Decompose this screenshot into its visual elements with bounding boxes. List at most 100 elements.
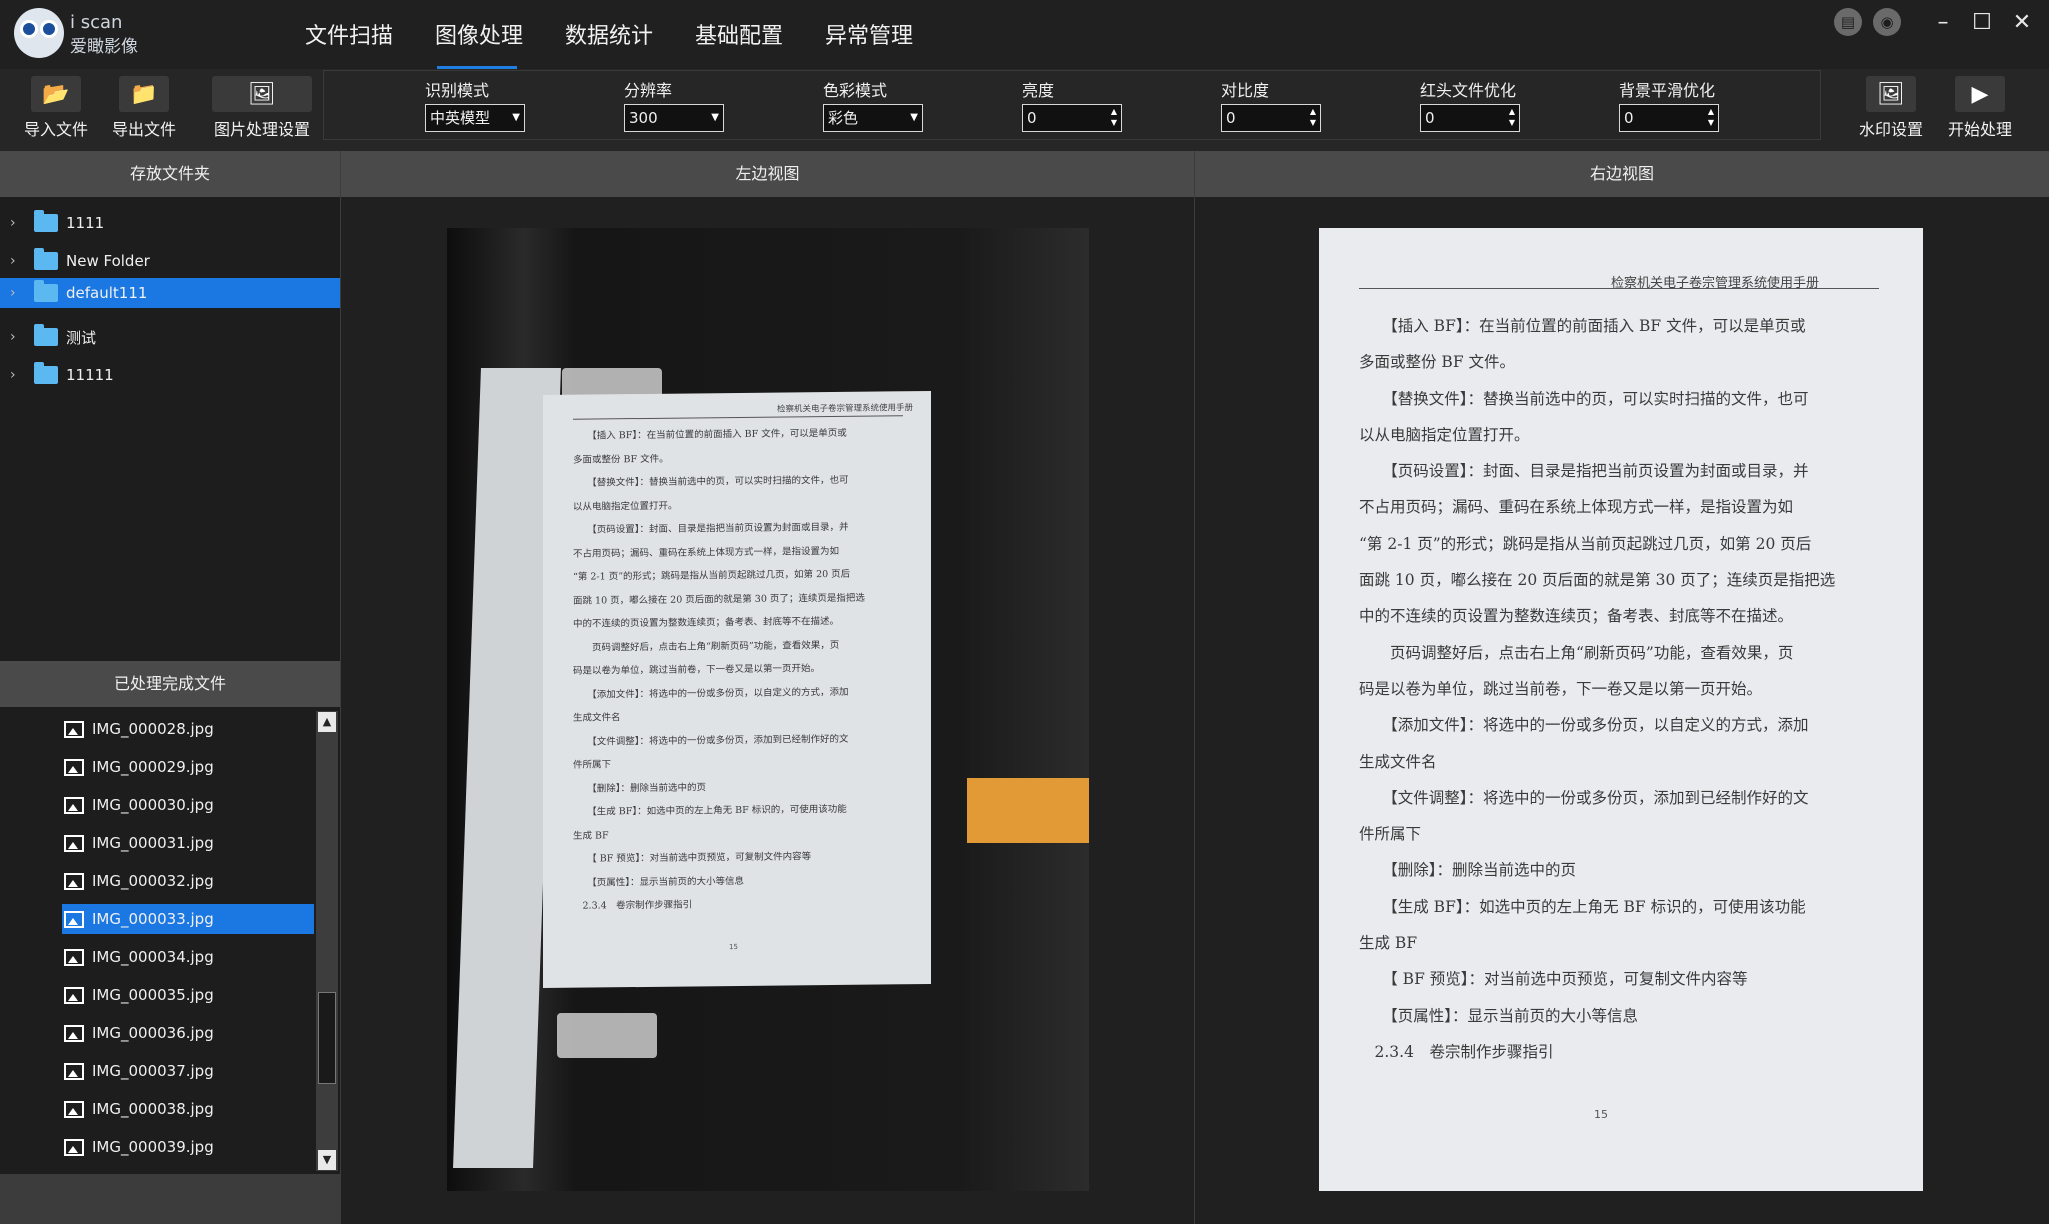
folder-item[interactable]: › 11111 [0, 359, 340, 391]
file-label: IMG_000039.jpg [92, 1138, 214, 1156]
folder-item[interactable]: › 测试 [0, 321, 340, 353]
page-number: 15 [729, 942, 738, 952]
logo-name: 爱瞰影像 [70, 37, 138, 57]
brightness-stepper[interactable]: 0 ▲ ▼ [1022, 104, 1122, 132]
right-view-image[interactable]: 检察机关电子卷宗管理系统使用手册 【插入 BF】：在当前位置的前面插入 BF 文… [1319, 228, 1923, 1191]
import-button[interactable]: 📂 导入文件 [22, 76, 90, 140]
export-button[interactable]: 📁 导出文件 [110, 76, 178, 140]
folder-icon [34, 248, 58, 270]
file-item[interactable]: IMG_000038.jpg [62, 1094, 314, 1124]
image-settings-button[interactable]: 🖼 图片处理设置 [212, 76, 312, 140]
chevron-down-icon: ▼ [711, 112, 719, 123]
spin-arrows-icon[interactable]: ▲ ▼ [1111, 106, 1117, 128]
file-item[interactable]: IMG_000028.jpg [62, 714, 314, 744]
file-item-selected[interactable]: IMG_000033.jpg [62, 904, 314, 934]
folders-panel-title: 存放文件夹 [0, 151, 340, 197]
spin-arrows-icon[interactable]: ▲ ▼ [1310, 106, 1316, 128]
right-view-title: 右边视图 [1195, 151, 2049, 197]
nav-file-scan[interactable]: 文件扫描 [305, 18, 393, 50]
import-label: 导入文件 [23, 120, 88, 139]
left-footer-bar [0, 1174, 340, 1224]
left-view-image[interactable]: 检察机关电子卷宗管理系统使用手册 【插入 BF】：在当前位置的前面插入 BF 文… [447, 228, 1089, 1191]
redhead-stepper[interactable]: 0 ▲ ▼ [1420, 104, 1520, 132]
image-file-icon [64, 948, 84, 966]
folder-label: 测试 [66, 328, 97, 347]
logo-icon [14, 8, 64, 58]
chevron-right-icon[interactable]: › [10, 285, 24, 301]
image-file-icon [64, 796, 84, 814]
image-file-icon [64, 834, 84, 852]
nav-base-config[interactable]: 基础配置 [695, 18, 783, 50]
chevron-right-icon[interactable]: › [10, 329, 24, 345]
folder-label: 11111 [66, 366, 114, 384]
file-list-scrollbar[interactable] [316, 711, 338, 1171]
camera-icon[interactable]: ◉ [1873, 8, 1901, 36]
close-icon[interactable]: ✕ [2008, 8, 2036, 36]
folder-item[interactable]: › 1111 [0, 207, 340, 239]
folder-export-icon: 📁 [119, 76, 169, 112]
file-item[interactable]: IMG_000039.jpg [62, 1132, 314, 1162]
image-file-icon [64, 720, 84, 738]
chevron-right-icon[interactable]: › [10, 253, 24, 269]
folder-label: default111 [66, 284, 148, 302]
nav-exception[interactable]: 异常管理 [825, 18, 913, 50]
brightness-label: 亮度 [1022, 81, 1055, 100]
spin-arrows-icon[interactable]: ▲ ▼ [1708, 106, 1714, 128]
resolution-label: 分辨率 [624, 81, 673, 100]
image-settings-label: 图片处理设置 [213, 120, 310, 139]
color-mode-label: 色彩模式 [823, 81, 888, 100]
spin-arrows-icon[interactable]: ▲ ▼ [1509, 106, 1515, 128]
file-item[interactable]: IMG_000029.jpg [62, 752, 314, 782]
folder-icon [34, 210, 58, 232]
image-file-icon [64, 1024, 84, 1042]
header-rule [573, 415, 903, 420]
chevron-right-icon[interactable]: › [10, 367, 24, 383]
nav-image-process[interactable]: 图像处理 [435, 18, 523, 50]
file-label: IMG_000032.jpg [92, 872, 214, 890]
file-item[interactable]: IMG_000036.jpg [62, 1018, 314, 1048]
folder-label: New Folder [66, 252, 150, 270]
chevron-right-icon[interactable]: › [10, 215, 24, 231]
file-item[interactable]: IMG_000034.jpg [62, 942, 314, 972]
bg-smooth-stepper[interactable]: 0 ▲ ▼ [1619, 104, 1719, 132]
ruler-strip [967, 778, 1089, 843]
image-file-icon [64, 986, 84, 1004]
color-mode-select[interactable]: 彩色 ▼ [823, 104, 923, 132]
file-item[interactable]: IMG_000030.jpg [62, 790, 314, 820]
nav-data-stats[interactable]: 数据统计 [565, 18, 653, 50]
file-label: IMG_000035.jpg [92, 986, 214, 1004]
resolution-select[interactable]: 300 ▼ [624, 104, 724, 132]
recognition-mode-select[interactable]: 中英模型 ▼ [425, 104, 525, 132]
page-text: 【插入 BF】：在当前位置的前面插入 BF 文件，可以是单页或 多面或整份 BF … [573, 427, 865, 912]
maximize-icon[interactable]: ☐ [1968, 8, 1996, 36]
scanner-icon[interactable]: ▤ [1834, 8, 1862, 36]
watermark-button[interactable]: 🖼 水印设置 [1856, 76, 1926, 140]
left-view-title: 左边视图 [341, 151, 1194, 197]
contrast-stepper[interactable]: 0 ▲ ▼ [1221, 104, 1321, 132]
watermark-icon: 🖼 [1866, 76, 1916, 112]
file-label: IMG_000030.jpg [92, 796, 214, 814]
play-icon: ▶ [1955, 76, 2005, 112]
folder-item-selected[interactable]: › default111 [0, 278, 340, 308]
file-item[interactable]: IMG_000031.jpg [62, 828, 314, 858]
folder-open-icon: 📂 [31, 76, 81, 112]
scrollbar-thumb[interactable] [318, 992, 336, 1084]
scroll-down-icon[interactable]: ▼ [318, 1150, 336, 1170]
minimize-icon[interactable]: – [1929, 8, 1957, 36]
redhead-label: 红头文件优化 [1420, 81, 1517, 100]
contrast-label: 对比度 [1221, 81, 1270, 100]
file-item[interactable]: IMG_000032.jpg [62, 866, 314, 896]
file-item[interactable]: IMG_000035.jpg [62, 980, 314, 1010]
start-button[interactable]: ▶ 开始处理 [1945, 76, 2015, 140]
folder-item[interactable]: › New Folder [0, 245, 340, 277]
scroll-up-icon[interactable]: ▲ [318, 712, 336, 732]
bg-smooth-label: 背景平滑优化 [1619, 81, 1716, 100]
resolution-value: 300 [629, 109, 658, 127]
folder-icon [34, 280, 58, 302]
file-item[interactable]: IMG_000037.jpg [62, 1056, 314, 1086]
scanned-page: 检察机关电子卷宗管理系统使用手册 【插入 BF】：在当前位置的前面插入 BF 文… [543, 390, 931, 989]
page-text: 【插入 BF】：在当前位置的前面插入 BF 文件，可以是单页或 多面或整份 BF … [1359, 317, 1836, 1061]
folder-icon [34, 362, 58, 384]
bg-smooth-value: 0 [1624, 109, 1634, 127]
file-label: IMG_000033.jpg [92, 910, 214, 928]
